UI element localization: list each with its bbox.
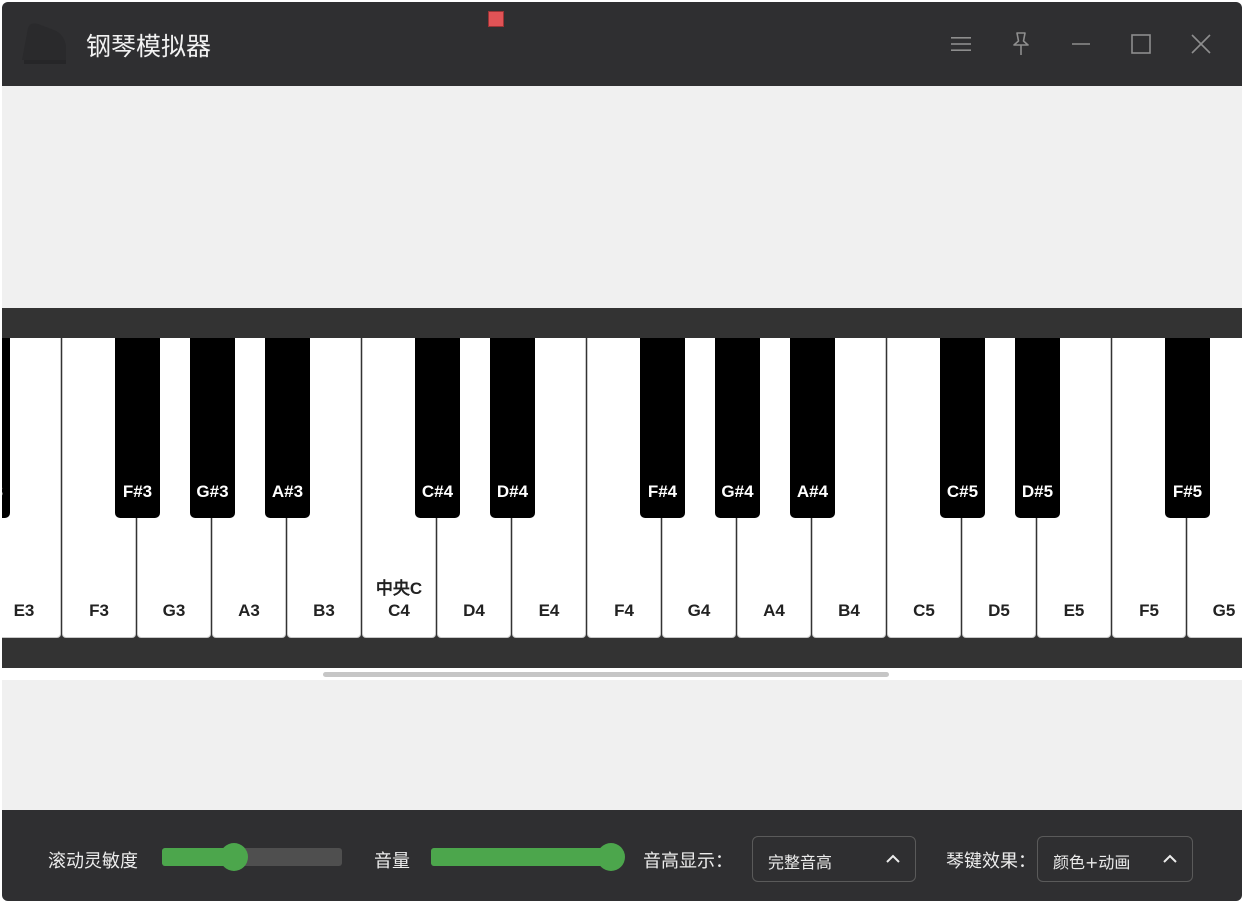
slider-handle[interactable] (597, 843, 625, 871)
black-key-d-sharp5[interactable]: D#5 (1015, 338, 1060, 518)
black-key-g-sharp3[interactable]: G#3 (190, 338, 235, 518)
key-label: F#4 (647, 482, 678, 501)
close-button[interactable] (1181, 24, 1221, 64)
app-window: 钢琴模拟器 E3 F3 G3 A3 B3 中央C C4 D4 E4 F4 G4 … (2, 2, 1242, 901)
key-label: G#4 (721, 482, 754, 501)
hamburger-menu-icon (951, 37, 971, 51)
black-key-f-sharp4[interactable]: F#4 (640, 338, 685, 518)
pin-button[interactable] (1001, 24, 1041, 64)
key-label: D#3 (2, 482, 16, 502)
black-key-a-sharp4[interactable]: A#4 (790, 338, 835, 518)
key-label: G3 (162, 601, 186, 620)
piano-keys: E3 F3 G3 A3 B3 中央C C4 D4 E4 F4 G4 A4 B4 C5 D5 E5 F5 G5 D#3… (2, 338, 1242, 638)
volume-slider[interactable] (431, 843, 625, 871)
key-label: E5 (1063, 601, 1085, 620)
key-label: D5 (988, 601, 1010, 620)
menu-button[interactable] (941, 24, 981, 64)
key-label: B4 (838, 601, 860, 620)
key-label: D#4 (496, 482, 529, 501)
app-title: 钢琴模拟器 (86, 32, 212, 61)
black-key-c-sharp4[interactable]: C#4 (415, 338, 460, 518)
key-label: F#5 (1172, 482, 1203, 501)
maximize-button[interactable] (1121, 24, 1161, 64)
key-label: G4 (687, 601, 711, 620)
key-label: D4 (463, 601, 485, 620)
minimize-icon (1072, 43, 1090, 45)
pitch-display-value: 完整音高 (768, 853, 833, 872)
key-label: E4 (538, 601, 560, 620)
close-icon (1191, 34, 1211, 54)
minimize-button[interactable] (1061, 24, 1101, 64)
pitch-display-label: 音高显示： (643, 851, 733, 872)
scrollbar-thumb[interactable] (323, 672, 889, 677)
recording-indicator (488, 11, 504, 27)
chevron-up-icon (886, 854, 900, 863)
key-label: A#4 (796, 482, 829, 501)
key-effect-dropdown[interactable]: 颜色+动画 (1037, 836, 1193, 882)
slider-handle[interactable] (220, 843, 248, 871)
key-label: G#3 (196, 482, 229, 501)
key-label: G5 (1212, 601, 1236, 620)
key-effect-value: 颜色+动画 (1053, 853, 1131, 872)
pitch-display-dropdown[interactable]: 完整音高 (752, 836, 916, 882)
pin-icon (1013, 32, 1029, 55)
middle-c-marker: 中央C (375, 579, 423, 598)
key-label: C4 (388, 601, 410, 620)
bottom-empty-area (2, 680, 1242, 810)
piano-logo-icon (22, 23, 66, 64)
keyboard-scrollbar[interactable] (2, 668, 1242, 680)
slider-fill (431, 848, 611, 866)
piano-keyboard: E3 F3 G3 A3 B3 中央C C4 D4 E4 F4 G4 A4 B4 C5 D5 E5 F5 G5 D#3… (2, 308, 1242, 668)
key-effect-label: 琴键效果： (946, 851, 1036, 872)
key-label: A4 (763, 601, 785, 620)
key-label: C5 (913, 601, 935, 620)
black-key-f-sharp3[interactable]: F#3 (115, 338, 160, 518)
black-key-d-sharp4[interactable]: D#4 (490, 338, 535, 518)
note-display-area (2, 86, 1242, 308)
black-key-g-sharp4[interactable]: G#4 (715, 338, 760, 518)
key-label: C#4 (421, 482, 454, 501)
black-key-a-sharp3[interactable]: A#3 (265, 338, 310, 518)
scroll-sensitivity-slider[interactable] (162, 843, 342, 871)
black-key-d-sharp3[interactable]: D#3 (2, 338, 10, 518)
key-label: D#5 (1021, 482, 1054, 501)
scroll-sensitivity-label: 滚动灵敏度 (48, 851, 138, 872)
key-label: F#3 (122, 482, 153, 501)
volume-label: 音量 (374, 851, 410, 872)
black-key-f-sharp5[interactable]: F#5 (1165, 338, 1210, 518)
key-label: B3 (313, 601, 335, 620)
key-label: F3 (89, 601, 109, 620)
key-label: E3 (13, 601, 35, 620)
black-key-c-sharp5[interactable]: C#5 (940, 338, 985, 518)
key-label: C#5 (946, 482, 979, 501)
chevron-up-icon (1163, 854, 1177, 863)
key-label: A3 (238, 601, 260, 620)
key-label: A#3 (271, 482, 304, 501)
maximize-icon (1131, 34, 1151, 54)
title-bar[interactable]: 钢琴模拟器 (2, 2, 1242, 86)
key-label: F4 (614, 601, 634, 620)
key-label: F5 (1139, 601, 1159, 620)
control-bar: 滚动灵敏度 音量 音高显示： 完整音高 琴键效果： 颜色+动画 (2, 810, 1242, 901)
